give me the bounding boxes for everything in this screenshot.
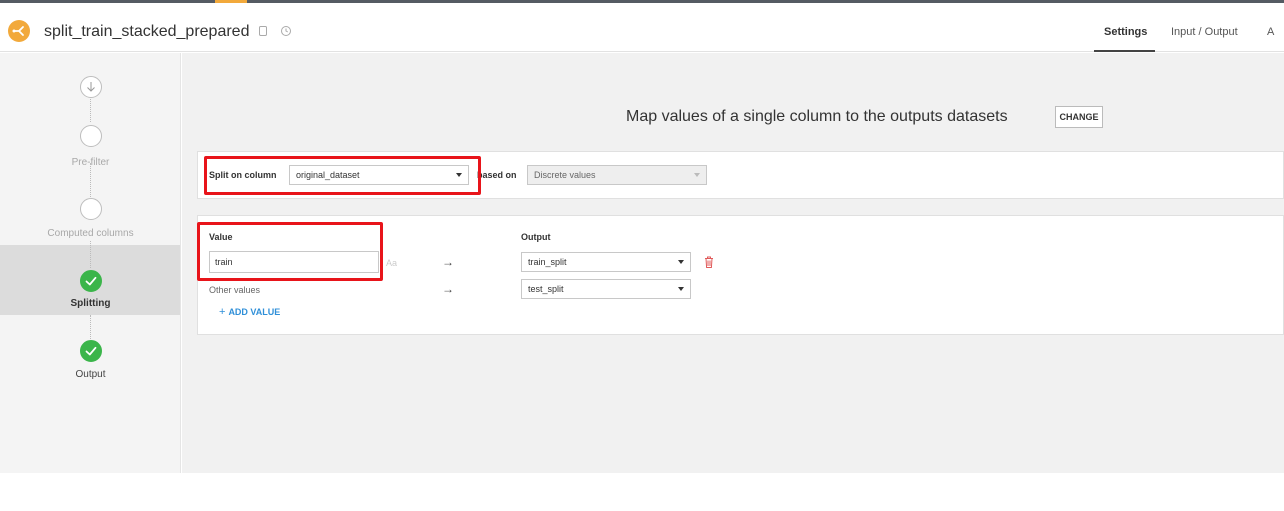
output-select-other[interactable]: test_split bbox=[521, 279, 691, 299]
split-arrows-icon bbox=[12, 26, 24, 36]
other-values-label: Other values bbox=[209, 285, 261, 295]
chevron-down-icon bbox=[678, 260, 684, 264]
based-on-select: Discrete values bbox=[527, 165, 707, 185]
trash-icon[interactable] bbox=[703, 255, 715, 269]
tab-advanced[interactable]: A bbox=[1267, 26, 1274, 38]
output-column-header: Output bbox=[521, 232, 551, 242]
change-mode-button[interactable]: CHANGE bbox=[1055, 106, 1103, 128]
tab-settings[interactable]: Settings bbox=[1104, 26, 1147, 38]
top-bar: split_train_stacked_prepared Settings In… bbox=[0, 0, 1284, 52]
case-sensitive-toggle[interactable]: Aa bbox=[386, 258, 397, 268]
chevron-down-icon bbox=[678, 287, 684, 291]
step-computed-columns[interactable] bbox=[80, 198, 102, 220]
checkmark-icon bbox=[85, 276, 97, 286]
step-label-splitting[interactable]: Splitting bbox=[0, 298, 181, 309]
steps-sidebar: Pre-filter Computed columns Splitting Ou… bbox=[0, 53, 181, 473]
history-icon[interactable] bbox=[280, 25, 292, 37]
output-select-train[interactable]: train_split bbox=[521, 252, 691, 272]
step-pre-filter[interactable] bbox=[80, 125, 102, 147]
tab-input-output[interactable]: Input / Output bbox=[1171, 26, 1238, 38]
recipe-name[interactable]: split_train_stacked_prepared bbox=[44, 23, 249, 41]
highlight-value-input bbox=[197, 222, 383, 281]
split-recipe-icon[interactable] bbox=[0, 14, 36, 54]
based-on-label: based on bbox=[477, 170, 517, 180]
mapping-arrow: → bbox=[442, 255, 454, 269]
plus-icon: + bbox=[219, 306, 226, 318]
step-splitting[interactable] bbox=[80, 270, 102, 292]
top-accent-line bbox=[0, 0, 1284, 3]
step-input[interactable] bbox=[80, 76, 102, 98]
split-mode-title: Map values of a single column to the out… bbox=[626, 108, 1008, 125]
add-value-button[interactable]: + ADD VALUE bbox=[219, 306, 280, 318]
step-label-computed-columns[interactable]: Computed columns bbox=[0, 228, 181, 239]
top-accent-segment bbox=[215, 0, 247, 3]
step-output[interactable] bbox=[80, 340, 102, 362]
highlight-split-column bbox=[204, 156, 481, 195]
step-label-output[interactable]: Output bbox=[0, 369, 181, 380]
step-label-pre-filter[interactable]: Pre-filter bbox=[0, 157, 181, 168]
copy-icon[interactable] bbox=[257, 25, 269, 37]
arrow-down-icon bbox=[87, 82, 95, 92]
checkmark-icon bbox=[85, 346, 97, 356]
active-tab-underline bbox=[1094, 50, 1155, 52]
mapping-arrow: → bbox=[442, 282, 454, 296]
chevron-down-icon bbox=[694, 173, 700, 177]
